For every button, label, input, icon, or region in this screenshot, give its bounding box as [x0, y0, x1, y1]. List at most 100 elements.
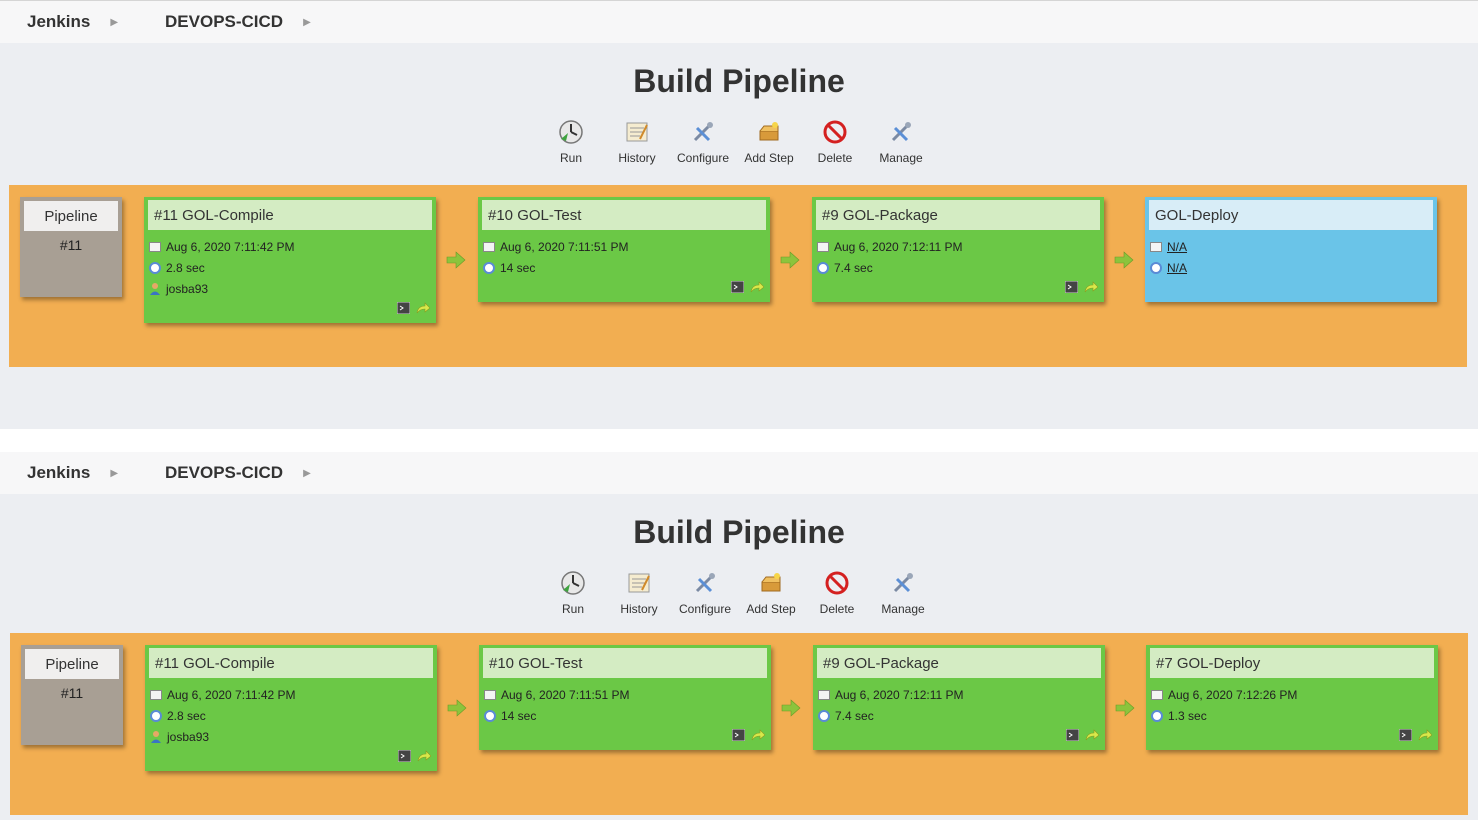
- clock-icon: [1149, 261, 1163, 275]
- run-icon: [558, 119, 584, 145]
- console-icon[interactable]: [730, 280, 745, 298]
- job-gol-compile[interactable]: #11 GOL-Compile Aug 6, 2020 7:11:42 PM 2…: [144, 197, 436, 323]
- job-title[interactable]: #10 GOL-Test: [482, 200, 766, 230]
- add-step-icon: [758, 570, 784, 596]
- job-date: Aug 6, 2020 7:11:51 PM: [500, 239, 629, 254]
- breadcrumb-separator-icon[interactable]: ▶: [303, 468, 311, 479]
- job-duration-link[interactable]: N/A: [1167, 261, 1187, 275]
- job-title[interactable]: #11 GOL-Compile: [149, 648, 433, 678]
- console-icon[interactable]: [731, 728, 746, 746]
- job-gol-deploy[interactable]: #7 GOL-Deploy Aug 6, 2020 7:12:26 PM 1.3…: [1146, 645, 1438, 750]
- configure-button[interactable]: Configure: [672, 570, 738, 620]
- pipeline-box[interactable]: Pipeline #11: [21, 645, 123, 745]
- pipeline-number: #11: [60, 685, 84, 701]
- run-button[interactable]: Run: [538, 119, 604, 169]
- run-button[interactable]: Run: [540, 570, 606, 620]
- breadcrumb: Jenkins ▶ DEVOPS-CICD ▶: [0, 452, 1478, 494]
- job-title[interactable]: #11 GOL-Compile: [148, 200, 432, 230]
- job-title[interactable]: GOL-Deploy: [1149, 200, 1433, 230]
- pipeline-box[interactable]: Pipeline #11: [20, 197, 122, 297]
- breadcrumb-jenkins[interactable]: Jenkins: [0, 463, 90, 483]
- job-date: Aug 6, 2020 7:12:11 PM: [835, 687, 964, 702]
- job-duration-row: 2.8 sec: [145, 705, 437, 726]
- pipeline-stage: Pipeline #11 #11 GOL-Compile Aug 6, 2020…: [9, 185, 1467, 367]
- job-gol-test[interactable]: #10 GOL-Test Aug 6, 2020 7:11:51 PM 14 s…: [479, 645, 771, 750]
- job-date-row: Aug 6, 2020 7:11:51 PM: [478, 236, 770, 257]
- job-date-link[interactable]: N/A: [1167, 240, 1187, 254]
- manage-button[interactable]: Manage: [870, 570, 936, 620]
- add-step-label: Add Step: [744, 151, 794, 165]
- arrow-right-icon: [1114, 250, 1134, 270]
- console-icon[interactable]: [1398, 728, 1413, 746]
- run-label: Run: [561, 602, 584, 616]
- clock-icon: [483, 709, 497, 723]
- job-user-row: josba93: [145, 726, 437, 747]
- job-title[interactable]: #10 GOL-Test: [483, 648, 767, 678]
- calendar-icon: [817, 688, 831, 702]
- job-title[interactable]: #7 GOL-Deploy: [1150, 648, 1434, 678]
- clock-icon: [482, 261, 496, 275]
- job-gol-package[interactable]: #9 GOL-Package Aug 6, 2020 7:12:11 PM 7.…: [812, 197, 1104, 302]
- job-user: josba93: [167, 729, 210, 744]
- history-button[interactable]: History: [604, 119, 670, 169]
- job-gol-deploy[interactable]: GOL-Deploy N/A N/A: [1145, 197, 1437, 302]
- arrow-right-icon: [446, 250, 466, 270]
- configure-button[interactable]: Configure: [670, 119, 736, 169]
- job-user-row: josba93: [144, 278, 436, 299]
- job-date: Aug 6, 2020 7:11:42 PM: [166, 239, 295, 254]
- delete-button[interactable]: Delete: [804, 570, 870, 620]
- delete-label: Delete: [819, 602, 855, 616]
- calendar-icon: [1150, 688, 1164, 702]
- breadcrumb-devops-cicd[interactable]: DEVOPS-CICD: [138, 12, 283, 32]
- calendar-icon: [816, 240, 830, 254]
- console-icon[interactable]: [397, 749, 412, 767]
- configure-icon: [692, 570, 718, 596]
- job-title[interactable]: #9 GOL-Package: [816, 200, 1100, 230]
- rebuild-icon[interactable]: [1418, 728, 1433, 746]
- rebuild-icon[interactable]: [417, 749, 432, 767]
- page-title: Build Pipeline: [633, 514, 845, 550]
- breadcrumb-separator-icon[interactable]: ▶: [303, 17, 311, 28]
- job-date-row: Aug 6, 2020 7:12:11 PM: [812, 236, 1104, 257]
- manage-button[interactable]: Manage: [868, 119, 934, 169]
- breadcrumb-devops-cicd[interactable]: DEVOPS-CICD: [138, 463, 283, 483]
- console-icon[interactable]: [396, 301, 411, 319]
- job-gol-compile[interactable]: #11 GOL-Compile Aug 6, 2020 7:11:42 PM 2…: [145, 645, 437, 771]
- add-step-button[interactable]: Add Step: [736, 119, 802, 169]
- manage-icon: [890, 570, 916, 596]
- job-duration: 1.3 sec: [1168, 708, 1207, 723]
- history-button[interactable]: History: [606, 570, 672, 620]
- rebuild-icon[interactable]: [416, 301, 431, 319]
- breadcrumb-separator-icon: ▶: [110, 16, 119, 28]
- console-icon[interactable]: [1064, 280, 1079, 298]
- rebuild-icon[interactable]: [750, 280, 765, 298]
- run-label: Run: [559, 151, 582, 165]
- add-step-button[interactable]: Add Step: [738, 570, 804, 620]
- job-duration: 14 sec: [501, 708, 537, 723]
- job-duration: 2.8 sec: [167, 708, 206, 723]
- job-duration-row: 7.4 sec: [812, 257, 1104, 278]
- rebuild-icon[interactable]: [1084, 280, 1099, 298]
- pipeline-number: #11: [59, 237, 83, 253]
- job-duration-row: N/A: [1145, 257, 1437, 278]
- manage-icon: [888, 119, 914, 145]
- configure-label: Configure: [678, 602, 732, 616]
- clock-icon: [817, 709, 831, 723]
- job-gol-test[interactable]: #10 GOL-Test Aug 6, 2020 7:11:51 PM 14 s…: [478, 197, 770, 302]
- rebuild-icon[interactable]: [1085, 728, 1100, 746]
- job-gol-package[interactable]: #9 GOL-Package Aug 6, 2020 7:12:11 PM 7.…: [813, 645, 1105, 750]
- job-duration-row: 1.3 sec: [1146, 705, 1438, 726]
- clock-icon: [816, 261, 830, 275]
- job-title[interactable]: #9 GOL-Package: [817, 648, 1101, 678]
- job-date-row: Aug 6, 2020 7:12:26 PM: [1146, 684, 1438, 705]
- clock-icon: [149, 709, 163, 723]
- calendar-icon: [1149, 240, 1163, 254]
- arrow-right-icon: [447, 698, 467, 718]
- rebuild-icon[interactable]: [751, 728, 766, 746]
- console-icon[interactable]: [1065, 728, 1080, 746]
- breadcrumb: Jenkins ▶ DEVOPS-CICD ▶: [0, 1, 1478, 43]
- delete-button[interactable]: Delete: [802, 119, 868, 169]
- breadcrumb-jenkins[interactable]: Jenkins: [0, 12, 90, 32]
- clock-icon: [1150, 709, 1164, 723]
- calendar-icon: [149, 688, 163, 702]
